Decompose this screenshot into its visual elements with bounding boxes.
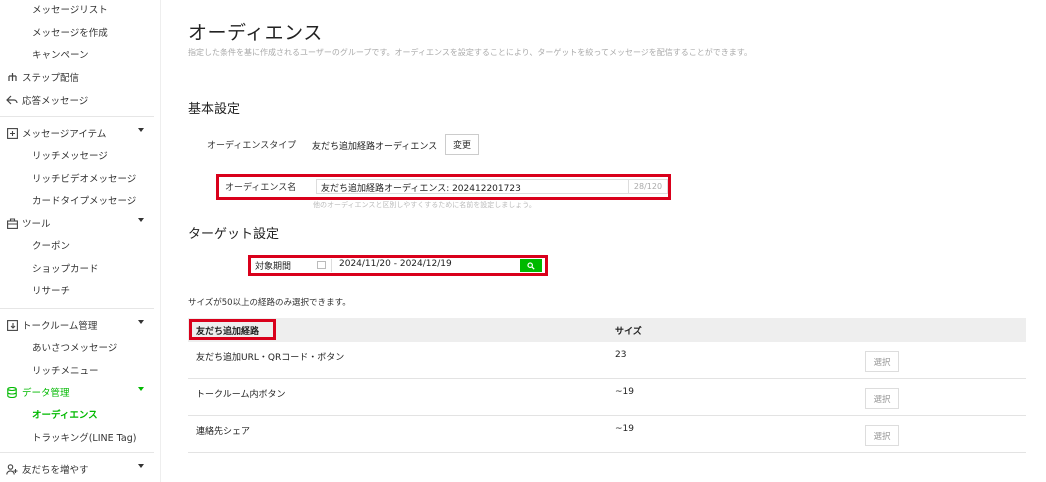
sidebar-item-label: リッチビデオメッセージ (32, 174, 137, 185)
sidebar-item-label: メッセージを作成 (32, 28, 108, 39)
sidebar-item-rich-menu[interactable]: リッチメニュー (0, 359, 150, 381)
page-description: 指定した条件を基に作成されるユーザーのグループです。オーディエンスを設定すること… (188, 48, 752, 57)
sidebar-item-shop-card[interactable]: ショップカード (0, 257, 150, 279)
sidebar-item-tools[interactable]: ツール (0, 212, 150, 234)
sidebar-item-label: トラッキング(LINE Tag) (32, 433, 137, 444)
sidebar-item-tracking[interactable]: トラッキング(LINE Tag) (0, 426, 150, 448)
select-button[interactable]: 選択 (865, 351, 899, 372)
chevron-down-icon (138, 320, 144, 324)
sidebar-item-label: メッセージリスト (32, 5, 108, 16)
chevron-down-icon (138, 464, 144, 468)
select-button[interactable]: 選択 (865, 388, 899, 409)
column-header-size: サイズ (615, 327, 642, 337)
sidebar-item-card-type-message[interactable]: カードタイプメッセージ (0, 189, 150, 211)
size-cell: ~19 (615, 424, 634, 434)
route-cell: トークルーム内ボタン (196, 390, 286, 400)
main-content: オーディエンス 指定した条件を基に作成されるユーザーのグループです。オーディエン… (188, 0, 1038, 482)
sidebar-item-label: ツール (22, 219, 51, 230)
table-header: 友だち追加経路 サイズ (188, 318, 1026, 342)
sidebar-item-coupon[interactable]: クーポン (0, 234, 150, 256)
sidebar-item-label: データ管理 (22, 388, 70, 399)
sidebar-item-label: ステップ配信 (22, 73, 80, 84)
character-counter: 28/120 (628, 180, 667, 193)
search-button[interactable] (520, 259, 542, 272)
highlight-box-route-header (189, 319, 276, 340)
chevron-down-icon (138, 218, 144, 222)
route-cell: 連絡先シェア (196, 427, 251, 437)
sidebar-item-label: オーディエンス (32, 410, 98, 421)
table-row: 友だち追加URL・QRコード・ボタン 23 選択 (188, 342, 1026, 379)
plus-square-icon (6, 127, 18, 139)
target-settings-title: ターゲット設定 (188, 227, 280, 242)
sidebar: メッセージリスト メッセージを作成 キャンペーン ステップ配信 応答メッセージ … (0, 0, 161, 482)
route-cell: 友だち追加URL・QRコード・ボタン (196, 353, 345, 363)
sidebar-item-research[interactable]: リサーチ (0, 279, 150, 301)
period-field: 対象期間 2024/11/20 - 2024/12/19 (252, 259, 544, 272)
step-delivery-icon (6, 71, 18, 83)
chevron-down-icon (138, 128, 144, 132)
sidebar-item-talk-room[interactable]: トークルーム管理 (0, 314, 150, 336)
search-icon (527, 261, 535, 270)
calendar-icon (317, 261, 326, 269)
table-row: 連絡先シェア ~19 選択 (188, 416, 1026, 453)
sidebar-divider (0, 116, 154, 117)
table-row: トークルーム内ボタン ~19 選択 (188, 379, 1026, 416)
size-note: サイズが50以上の経路のみ選択できます。 (188, 298, 351, 308)
sidebar-item-step-delivery[interactable]: ステップ配信 (0, 66, 150, 88)
sidebar-item-label: リサーチ (32, 286, 71, 297)
sidebar-item-label: リッチメッセージ (32, 151, 108, 162)
sidebar-item-label: メッセージアイテム (22, 129, 107, 140)
sidebar-item-auto-response[interactable]: 応答メッセージ (0, 89, 150, 111)
sidebar-item-label: トークルーム管理 (22, 321, 98, 332)
sidebar-item-rich-video-message[interactable]: リッチビデオメッセージ (0, 167, 150, 189)
divider (331, 259, 332, 272)
sidebar-item-data-management[interactable]: データ管理 (0, 381, 150, 403)
sidebar-item-label: キャンペーン (32, 50, 89, 61)
sidebar-item-label: クーポン (32, 241, 71, 252)
sidebar-item-label: ショップカード (32, 264, 99, 275)
sidebar-item-label: カードタイプメッセージ (32, 196, 137, 207)
change-type-button[interactable]: 変更 (445, 134, 479, 155)
sidebar-item-message-items[interactable]: メッセージアイテム (0, 122, 150, 144)
sidebar-item-message-list[interactable]: メッセージリスト (0, 0, 150, 20)
sidebar-item-rich-message[interactable]: リッチメッセージ (0, 144, 150, 166)
basic-settings-title: 基本設定 (188, 102, 241, 117)
talk-room-icon (6, 319, 18, 331)
page-title: オーディエンス (188, 22, 323, 44)
period-label: 対象期間 (255, 262, 292, 272)
chevron-down-icon (138, 387, 144, 391)
audience-type-label: オーディエンスタイプ (207, 141, 297, 151)
sidebar-item-greeting-message[interactable]: あいさつメッセージ (0, 336, 150, 358)
size-cell: ~19 (615, 387, 634, 397)
sidebar-item-label: 応答メッセージ (22, 96, 89, 107)
toolbox-icon (6, 217, 18, 229)
sidebar-divider (0, 308, 154, 309)
audience-name-value: 友だち追加経路オーディエンス: 202412201723 (321, 184, 521, 194)
sidebar-item-create-message[interactable]: メッセージを作成 (0, 21, 150, 43)
audience-name-input[interactable]: 友だち追加経路オーディエンス: 202412201723 28/120 (316, 179, 668, 194)
reply-icon (6, 94, 18, 106)
sidebar-item-audience[interactable]: オーディエンス (0, 403, 150, 425)
sidebar-divider (0, 452, 154, 453)
select-button[interactable]: 選択 (865, 425, 899, 446)
sidebar-item-label: 友だちを増やす (22, 465, 89, 476)
database-icon (6, 386, 18, 398)
sidebar-item-add-friends[interactable]: 友だちを増やす (0, 458, 150, 480)
period-input[interactable]: 2024/11/20 - 2024/12/19 (339, 259, 452, 269)
audience-name-label: オーディエンス名 (225, 183, 297, 193)
sidebar-item-campaign[interactable]: キャンペーン (0, 43, 150, 65)
sidebar-item-label: あいさつメッセージ (32, 343, 118, 354)
add-user-icon (6, 463, 18, 475)
size-cell: 23 (615, 350, 627, 360)
audience-type-value: 友だち追加経路オーディエンス (312, 142, 438, 152)
sidebar-item-label: リッチメニュー (32, 366, 99, 377)
audience-name-hint: 他のオーディエンスと区別しやすくするために名前を設定しましょう。 (313, 201, 536, 209)
